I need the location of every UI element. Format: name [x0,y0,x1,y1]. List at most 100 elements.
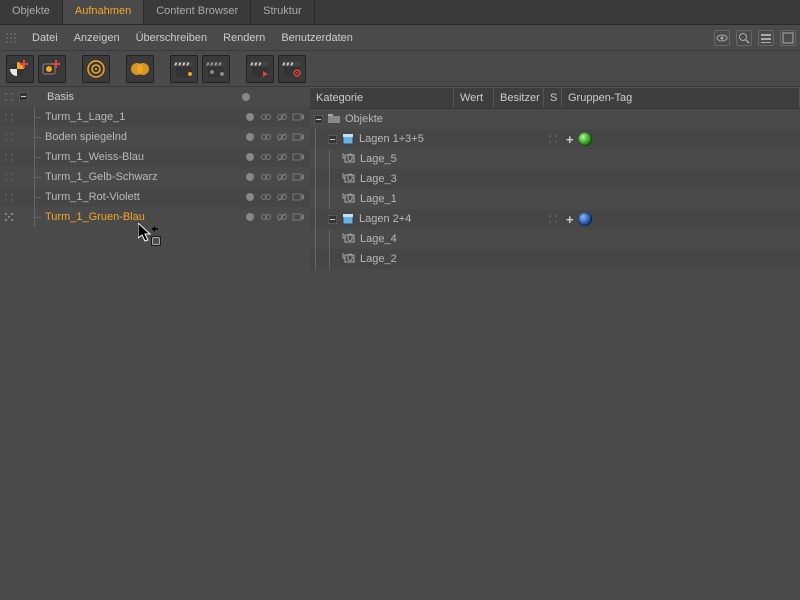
cam-icon[interactable] [292,131,304,143]
attr-row[interactable]: 0 Lage_2 [310,249,800,269]
row-marker-icon [2,210,16,224]
attr-row[interactable]: Lagen 1+3+5 + [310,129,800,149]
collapse-icon[interactable] [328,215,337,224]
row-icons [260,131,304,143]
tree-root-label: Basis [45,91,242,103]
tree-item-label: Boden spiegelnd [43,131,246,143]
takes-tree: Basis Turm_1_Lage_1 Boden spiegelnd Turm_1… [0,87,310,600]
collapse-icon[interactable] [18,91,29,102]
tab-struktur[interactable]: Struktur [251,0,315,24]
tree-item[interactable]: Turm_1_Weiss-Blau [0,147,310,167]
attr-row[interactable]: Objekte [310,109,800,129]
cam-icon[interactable] [292,211,304,223]
attr-row[interactable]: 0Lage_1 [310,189,800,209]
col-gruppen-tag[interactable]: Gruppen-Tag [562,88,800,108]
status-dot [242,93,250,101]
status-dot [246,133,254,141]
link2-icon[interactable] [276,191,288,203]
sphere-green-icon[interactable] [578,132,592,146]
attr-label: Lage_2 [360,253,397,265]
tab-objekte[interactable]: Objekte [0,0,63,24]
row-marker-icon [2,170,16,184]
list-icon[interactable] [758,30,774,46]
cam-icon[interactable] [292,191,304,203]
link1-icon[interactable] [260,151,272,163]
handle-icon[interactable] [548,134,558,144]
child-icon: 0 [342,252,356,266]
add-icon[interactable]: + [566,212,574,227]
attr-row[interactable]: Lagen 2+4 + [310,209,800,229]
take-add-button[interactable] [6,55,34,83]
tree-item[interactable]: Turm_1_Gruen-Blau [0,207,310,227]
menu-ueberschreiben[interactable]: Überschreiben [128,28,216,48]
svg-text:0: 0 [347,232,353,244]
table-header: Kategorie Wert Besitzer S Gruppen-Tag [310,87,800,109]
menu-rendern[interactable]: Rendern [215,28,273,48]
link1-icon[interactable] [260,111,272,123]
clap-1-button[interactable] [170,55,198,83]
attr-label: Objekte [345,113,383,125]
workspace: Basis Turm_1_Lage_1 Boden spiegelnd Turm_1… [0,87,800,600]
tree-item[interactable]: Boden spiegelnd [0,127,310,147]
link2-icon[interactable] [276,211,288,223]
link2-icon[interactable] [276,171,288,183]
tab-aufnahmen[interactable]: Aufnahmen [63,0,144,24]
col-kategorie[interactable]: Kategorie [310,88,454,108]
tree-root-row[interactable]: Basis [0,87,310,107]
panel-icon[interactable] [780,30,796,46]
menu-datei[interactable]: Datei [24,28,66,48]
row-marker-icon [2,130,16,144]
clap-2-button[interactable] [202,55,230,83]
link1-icon[interactable] [260,171,272,183]
row-icons [260,151,304,163]
tree-item[interactable]: Turm_1_Rot-Violett [0,187,310,207]
row-icons [260,171,304,183]
collapse-icon[interactable] [314,115,323,124]
link2-icon[interactable] [276,111,288,123]
attr-label: Lage_4 [360,233,397,245]
collapse-icon[interactable] [328,135,337,144]
status-dot [246,173,254,181]
col-s[interactable]: S [544,88,562,108]
status-dot [246,113,254,121]
tree-item-label: Turm_1_Rot-Violett [43,191,246,203]
clap-3-button[interactable] [246,55,274,83]
blend-button[interactable] [126,55,154,83]
cam-icon[interactable] [292,111,304,123]
col-besitzer[interactable]: Besitzer [494,88,544,108]
add-icon[interactable]: + [566,132,574,147]
target-button[interactable] [82,55,110,83]
tree-item[interactable]: Turm_1_Lage_1 [0,107,310,127]
cam-icon[interactable] [292,171,304,183]
tree-item-label: Turm_1_Gelb-Schwarz [43,171,246,183]
attr-label: Lage_1 [360,193,397,205]
link1-icon[interactable] [260,211,272,223]
tree-item-label: Turm_1_Gruen-Blau [43,211,246,223]
handle-icon[interactable] [548,214,558,224]
attr-label: Lagen 1+3+5 [359,133,424,145]
col-wert[interactable]: Wert [454,88,494,108]
link2-icon[interactable] [276,151,288,163]
menu-anzeigen[interactable]: Anzeigen [66,28,128,48]
row-marker-icon [2,150,16,164]
link1-icon[interactable] [260,191,272,203]
eye-icon[interactable] [714,30,730,46]
row-marker-icon [2,110,16,124]
attr-row[interactable]: 0Lage_5 [310,149,800,169]
row-icons [260,211,304,223]
menu-benutzerdaten[interactable]: Benutzerdaten [273,28,361,48]
menubar: Datei Anzeigen Überschreiben Rendern Ben… [0,25,800,51]
link2-icon[interactable] [276,131,288,143]
tab-content-browser[interactable]: Content Browser [144,0,251,24]
attr-row[interactable]: 0 Lage_4 [310,229,800,249]
clap-4-button[interactable] [278,55,306,83]
sphere-blue-icon[interactable] [578,212,592,226]
tree-item[interactable]: Turm_1_Gelb-Schwarz [0,167,310,187]
tree-item-label: Turm_1_Lage_1 [43,111,246,123]
take-assign-button[interactable] [38,55,66,83]
link1-icon[interactable] [260,131,272,143]
search-icon[interactable] [736,30,752,46]
attr-row[interactable]: 0Lage_3 [310,169,800,189]
attr-label: Lagen 2+4 [359,213,411,225]
cam-icon[interactable] [292,151,304,163]
